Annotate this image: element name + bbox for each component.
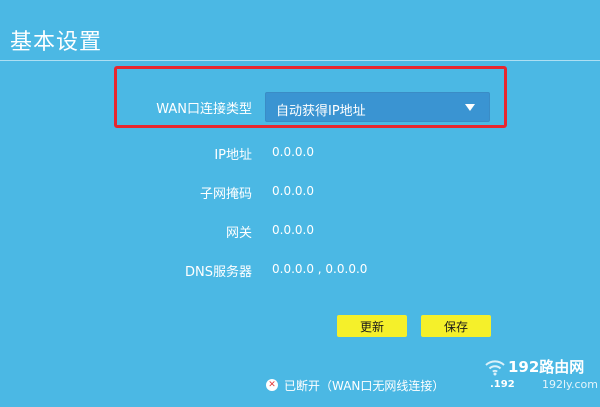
connection-status-text: 已断开（WAN口无网线连接） <box>284 378 445 393</box>
ip-label: IP地址 <box>214 148 252 163</box>
gateway-value: 0.0.0.0 <box>272 223 314 237</box>
dns-value: 0.0.0.0 , 0.0.0.0 <box>272 262 368 276</box>
refresh-button[interactable]: 更新 <box>337 315 407 337</box>
gateway-label: 网关 <box>225 226 252 241</box>
watermark: 192路由网 192ly.com <box>484 356 598 400</box>
title-divider <box>0 60 600 61</box>
mask-label: 子网掩码 <box>199 187 252 202</box>
dns-label: DNS服务器 <box>185 265 252 280</box>
mask-value: 0.0.0.0 <box>272 184 314 198</box>
caret-down-icon <box>465 104 475 111</box>
watermark-domain: 192ly.com <box>542 378 598 391</box>
ip-value: 0.0.0.0 <box>272 145 314 159</box>
error-x-icon: ✕ <box>266 379 278 391</box>
connection-status: ✕ 已断开（WAN口无网线连接） <box>266 376 444 394</box>
save-button[interactable]: 保存 <box>421 315 491 337</box>
page-title: 基本设置 <box>10 30 103 55</box>
watermark-brand: 192路由网 <box>508 358 585 376</box>
wan-type-selected-value: 自动获得IP地址 <box>276 104 366 119</box>
wan-type-select[interactable]: 自动获得IP地址 <box>265 92 490 122</box>
wan-type-label: WAN口连接类型 <box>156 102 252 117</box>
wifi-icon <box>485 360 505 376</box>
